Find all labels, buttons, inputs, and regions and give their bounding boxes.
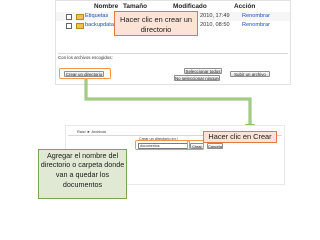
breadcrumb: Raíz/ ► Archivos: [77, 130, 107, 134]
folder-name-highlight: [135, 140, 190, 150]
cancel-button[interactable]: Cancelar: [207, 143, 223, 149]
click-create-callout: Hacer clic en Crear: [203, 131, 277, 143]
connector-arrow: [84, 79, 255, 131]
name-folder-callout: Agregar el nombre del directorio o carpe…: [38, 149, 127, 199]
create-button-highlight: [187, 140, 204, 150]
